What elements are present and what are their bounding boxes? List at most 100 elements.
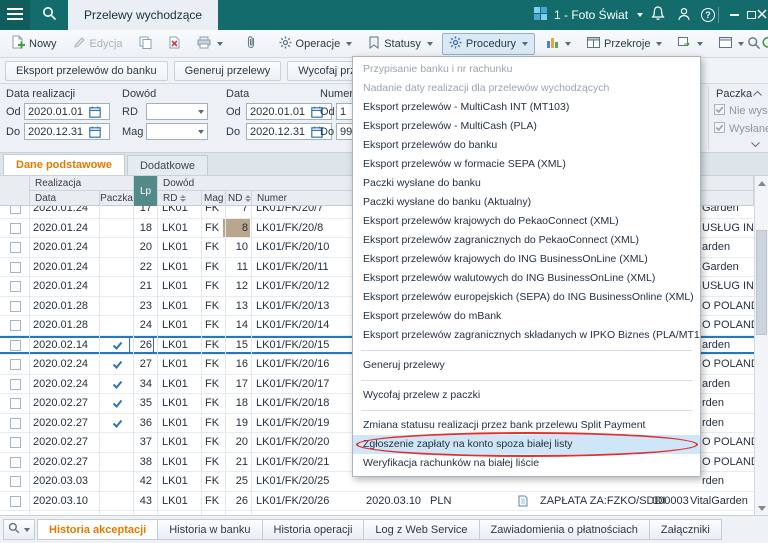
- notifications-button[interactable]: [646, 0, 670, 30]
- menu-item[interactable]: Weryfikacja rachunków na białej liście: [353, 454, 700, 473]
- expand-filter-button[interactable]: [747, 138, 763, 150]
- menu-item[interactable]: Paczki wysłane do banku (Aktualny): [353, 193, 700, 212]
- row-checkbox[interactable]: [10, 301, 21, 312]
- od-label: Od: [6, 106, 21, 118]
- menu-item[interactable]: Zgłoszenie zapłaty na konto spoza białej…: [353, 435, 700, 454]
- scroll-down-button[interactable]: [755, 501, 768, 515]
- bottom-search-button[interactable]: [3, 519, 35, 540]
- user-button[interactable]: [672, 0, 696, 30]
- menu-item[interactable]: Eksport przelewów do mBank: [353, 307, 700, 326]
- row-checkbox[interactable]: [10, 242, 21, 253]
- cell-kontrahent-fragment: arden: [702, 336, 754, 356]
- header-nd[interactable]: ND: [226, 191, 252, 206]
- menu-item[interactable]: Eksport przelewów krajowych do ING Busin…: [353, 250, 700, 269]
- chevron-down-icon: [656, 42, 662, 46]
- statuses-dropdown-button[interactable]: Statusy: [361, 33, 440, 55]
- menu-item[interactable]: Eksport przelewów walutowych do ING Busi…: [353, 269, 700, 288]
- cell-nd: 8: [224, 219, 248, 239]
- row-checkbox[interactable]: [10, 359, 21, 370]
- paczka-niewyslane-checkbox[interactable]: [714, 104, 725, 115]
- menu-item[interactable]: Eksport przelewów zagranicznych składany…: [353, 326, 700, 345]
- header-paczka[interactable]: Paczka: [100, 191, 134, 206]
- window-tab-przelewy-wychodzace[interactable]: Przelewy wychodzące: [68, 0, 218, 30]
- calendar-icon[interactable]: [87, 104, 103, 119]
- cell-kontrahent-fragment: O POLAND: [702, 453, 754, 473]
- data-do-input[interactable]: [247, 126, 309, 138]
- operations-dropdown-button[interactable]: Operacje: [272, 33, 360, 55]
- menu-item[interactable]: Eksport przelewów do banku: [353, 136, 700, 155]
- row-checkbox[interactable]: [10, 281, 21, 292]
- table-row[interactable]: 2020.03.1043LK01FK26LK01/FK/20/262020.03…: [0, 492, 754, 512]
- charts-dropdown-button[interactable]: [539, 33, 578, 55]
- row-checkbox[interactable]: [10, 262, 21, 273]
- menu-item[interactable]: Eksport przelewów w formacie SEPA (XML): [353, 155, 700, 174]
- row-checkbox[interactable]: [10, 379, 21, 390]
- header-data[interactable]: Data: [30, 191, 100, 206]
- rd-combo[interactable]: [146, 103, 208, 120]
- row-checkbox[interactable]: [10, 206, 21, 214]
- row-checkbox[interactable]: [10, 320, 21, 331]
- menu-item[interactable]: Eksport przelewów zagranicznych do Pekao…: [353, 231, 700, 250]
- cell-rd: LK01: [162, 394, 198, 414]
- bottom-tab[interactable]: Zawiadomienia o płatnościach: [479, 519, 650, 540]
- tab-dane-podstawowe[interactable]: Dane podstawowe: [3, 154, 125, 175]
- copy-button[interactable]: [132, 33, 159, 55]
- menu-item[interactable]: Eksport przelewów - MultiCash (PLA): [353, 117, 700, 136]
- header-lp[interactable]: Lp: [134, 176, 158, 206]
- attachments-button[interactable]: [240, 33, 262, 55]
- vertical-scrollbar[interactable]: [754, 176, 768, 515]
- quick-search-button[interactable]: [743, 33, 765, 55]
- export-to-bank-button[interactable]: Eksport przelewów do banku: [5, 61, 168, 81]
- export-view-dropdown-button[interactable]: [671, 33, 710, 55]
- menu-item[interactable]: Wycofaj przelew z paczki: [353, 386, 700, 405]
- realizacja-od-input[interactable]: [25, 106, 87, 118]
- paczka-wyslane-checkbox[interactable]: [714, 122, 725, 133]
- menu-item[interactable]: Generuj przelewy: [353, 356, 700, 375]
- menu-item[interactable]: Eksport przelewów europejskich (SEPA) do…: [353, 288, 700, 307]
- menu-item[interactable]: Eksport przelewów - MultiCash INT (MT103…: [353, 98, 700, 117]
- row-checkbox[interactable]: [10, 418, 21, 429]
- realizacja-do-input[interactable]: [25, 126, 87, 138]
- select-all-header[interactable]: [0, 176, 30, 206]
- mag-combo[interactable]: [146, 123, 208, 140]
- menu-item[interactable]: Eksport przelewów krajowych do PekaoConn…: [353, 212, 700, 231]
- row-checkbox[interactable]: [10, 476, 21, 487]
- cell-opis: ZAPŁATA ZA:FZKO/SDDI: [540, 492, 652, 512]
- row-checkbox[interactable]: [10, 437, 21, 448]
- menu-item[interactable]: Zmiana statusu realizacji przez bank prz…: [353, 416, 700, 435]
- bottom-tab[interactable]: Historia akceptacji: [37, 519, 158, 540]
- cell-nd: 25: [224, 472, 248, 492]
- row-checkbox[interactable]: [10, 340, 21, 351]
- generate-transfers-button[interactable]: Generuj przelewy: [174, 61, 282, 81]
- close-button[interactable]: [755, 0, 768, 30]
- scroll-up-button[interactable]: [755, 176, 768, 190]
- row-checkbox[interactable]: [10, 398, 21, 409]
- scrollbar-thumb[interactable]: [756, 230, 767, 335]
- help-button[interactable]: [696, 0, 720, 30]
- company-context-selector[interactable]: 1 - Foto Świat: [534, 0, 643, 30]
- row-checkbox[interactable]: [10, 496, 21, 507]
- tab-dodatkowe[interactable]: Dodatkowe: [127, 155, 208, 175]
- calendar-icon[interactable]: [87, 124, 103, 139]
- header-mag[interactable]: Mag: [202, 191, 226, 206]
- bottom-tab[interactable]: Historia operacji: [262, 519, 365, 540]
- chevron-down-icon: [522, 42, 528, 46]
- magnifier-icon: [747, 36, 761, 53]
- delete-button[interactable]: [161, 33, 188, 55]
- menu-item[interactable]: Paczki wysłane do banku: [353, 174, 700, 193]
- views-dropdown-button[interactable]: Przekroje: [580, 33, 669, 55]
- bottom-tab[interactable]: Log z Web Service: [363, 519, 479, 540]
- hamburger-menu-button[interactable]: [0, 0, 30, 30]
- global-search-button[interactable]: [36, 0, 62, 30]
- procedures-dropdown-button[interactable]: Procedury: [442, 33, 535, 55]
- header-rd[interactable]: RD: [158, 191, 202, 206]
- print-button[interactable]: [190, 33, 230, 55]
- bottom-tab[interactable]: Historia w banku: [157, 519, 262, 540]
- new-button[interactable]: Nowy: [4, 33, 64, 55]
- collapse-filter-button[interactable]: [749, 87, 765, 99]
- data-od-input[interactable]: [247, 106, 309, 118]
- row-checkbox[interactable]: [10, 223, 21, 234]
- header-group-realizacja[interactable]: Realizacja: [30, 176, 134, 191]
- row-checkbox[interactable]: [10, 457, 21, 468]
- bottom-tab[interactable]: Załączniki: [649, 519, 722, 540]
